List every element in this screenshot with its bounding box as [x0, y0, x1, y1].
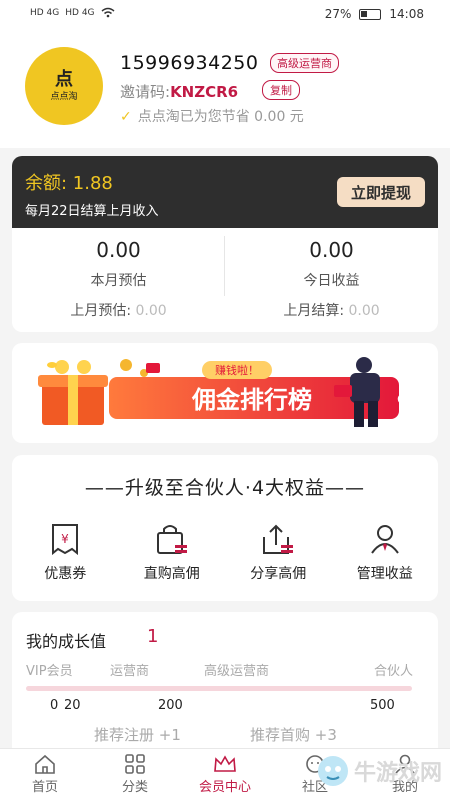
- benefit-coupon[interactable]: ¥ 优惠券: [12, 521, 119, 583]
- tab-member-center[interactable]: 会员中心: [180, 749, 270, 800]
- monthly-estimate-value: 0.00: [96, 238, 141, 262]
- battery-icon: [359, 8, 382, 20]
- invite-label: 邀请码:: [120, 83, 171, 101]
- battery-percent: 27%: [324, 7, 352, 21]
- phone-number: 15996934250: [120, 52, 259, 74]
- withdraw-button[interactable]: 立即提现: [337, 177, 425, 207]
- shopping-bag-icon: [156, 525, 187, 554]
- benefit-manage[interactable]: 管理收益: [332, 521, 439, 583]
- last-month-settled-label: 上月结算:: [283, 303, 345, 319]
- tier-label: 运营商: [110, 664, 150, 679]
- monthly-estimate-label: 本月预估: [90, 273, 147, 289]
- earnings-stats: 0.00 本月预估 上月预估: 0.00 0.00 今日收益 上月结算: 0.0…: [12, 228, 438, 332]
- growth-card: 我的成长值 1 VIP会员 运营商 高级运营商 合伙人 0 20 200 500…: [12, 612, 438, 762]
- person-icon: [370, 525, 399, 554]
- tab-member-center-label: 会员中心: [198, 780, 251, 795]
- growth-progress-bar: [26, 686, 412, 691]
- gift-box-icon: [38, 360, 108, 425]
- benefit-manage-label: 管理收益: [356, 566, 413, 582]
- benefit-share[interactable]: 分享高佣: [225, 521, 332, 583]
- partner-benefits-card: ——升级至合伙人·4大权益—— ¥ 优惠券 直购高佣 分享高佣 管理收益: [12, 455, 438, 601]
- check-icon: ✓: [120, 109, 132, 125]
- coupon-icon: ¥: [52, 524, 79, 555]
- share-icon: [263, 524, 294, 554]
- tier-labels: VIP会员 运营商 高级运营商 合伙人: [12, 660, 438, 680]
- benefit-direct-purchase[interactable]: 直购高佣: [119, 521, 226, 583]
- signal-icon-2: HD 4G: [65, 7, 95, 18]
- benefits-title: ——升级至合伙人·4大权益——: [84, 477, 366, 499]
- home-icon: [35, 754, 55, 774]
- clock: 14:08: [389, 7, 424, 21]
- copy-button[interactable]: 复制: [262, 80, 300, 100]
- signal-icon-1: HD 4G: [30, 7, 60, 18]
- tier-label: 高级运营商: [204, 664, 270, 679]
- logo-text: 点点淘: [50, 91, 78, 102]
- last-month-estimate-value: 0.00: [135, 303, 167, 319]
- wifi-icon: [101, 7, 115, 18]
- watermark-logo-icon: [317, 756, 348, 786]
- status-bar: HD 4G HD 4G 27% 14:08: [0, 0, 450, 30]
- invite-code-row: 邀请码:KNZCR6: [120, 81, 238, 102]
- tab-home[interactable]: 首页: [0, 749, 90, 800]
- balance-amount: 余额: 1.88: [25, 173, 113, 194]
- today-earnings-value: 0.00: [309, 238, 354, 262]
- benefit-share-label: 分享高佣: [250, 566, 307, 582]
- growth-title: 我的成长值: [26, 632, 107, 651]
- invite-code: KNZCR6: [170, 83, 239, 101]
- last-month-settled: 上月结算: 0.00: [225, 300, 438, 320]
- wallet-card: 余额: 1.88 每月22日结算上月收入 立即提现 0.00 本月预估 上月预估…: [12, 156, 438, 332]
- grid-icon: [125, 754, 145, 774]
- benefits-list: ¥ 优惠券 直购高佣 分享高佣 管理收益: [12, 521, 438, 583]
- banner-title: 佣金排行榜: [191, 386, 312, 414]
- monthly-estimate[interactable]: 0.00 本月预估 上月预估: 0.00: [12, 238, 225, 320]
- tab-category[interactable]: 分类: [90, 749, 180, 800]
- threshold: 20: [64, 698, 81, 713]
- banner-card: 赚钱啦！ 佣金排行榜 GO: [12, 343, 438, 443]
- last-month-estimate: 上月预估: 0.00: [12, 300, 225, 320]
- coin-icon: [120, 359, 132, 371]
- last-month-estimate-label: 上月预估:: [70, 303, 132, 319]
- saving-row: ✓ 点点淘已为您节省 0.00 元: [120, 106, 304, 126]
- go-label: GO: [397, 393, 419, 408]
- saving-text: 点点淘已为您节省 0.00 元: [137, 109, 304, 125]
- today-earnings-label: 今日收益: [303, 273, 360, 289]
- banner-tag: 赚钱啦！: [215, 363, 259, 377]
- threshold: 500: [370, 698, 395, 713]
- level-badge: 高级运营商: [270, 53, 339, 73]
- benefit-coupon-label: 优惠券: [44, 566, 87, 582]
- settlement-note: 每月22日结算上月收入: [25, 204, 159, 219]
- signal-indicators: HD 4G HD 4G: [30, 7, 115, 18]
- balance-panel: 余额: 1.88 每月22日结算上月收入 立即提现: [12, 156, 438, 228]
- svg-text:¥: ¥: [61, 532, 69, 546]
- watermark: 牛游戏网: [316, 754, 442, 788]
- red-packet-icon: [146, 363, 160, 373]
- crown-icon: [214, 755, 236, 772]
- task-first-purchase[interactable]: 推荐首购 +3: [250, 724, 337, 745]
- tier-label: VIP会员: [26, 664, 73, 679]
- profile-header: 点 点点淘 15996934250 高级运营商 邀请码:KNZCR6 复制 ✓ 点…: [0, 30, 450, 148]
- tab-category-label: 分类: [121, 780, 148, 795]
- commission-ranking-banner[interactable]: 赚钱啦！ 佣金排行榜 GO: [34, 355, 424, 431]
- tier-thresholds: 0 20 200 500: [12, 698, 438, 716]
- tier-label: 合伙人: [374, 664, 414, 679]
- growth-value: 1: [147, 626, 159, 647]
- benefit-direct-purchase-label: 直购高佣: [143, 566, 200, 582]
- logo-mark: 点: [55, 68, 73, 90]
- threshold: 200: [158, 698, 183, 713]
- avatar[interactable]: 点 点点淘: [25, 47, 103, 125]
- last-month-settled-value: 0.00: [348, 303, 380, 319]
- task-register[interactable]: 推荐注册 +1: [94, 724, 181, 745]
- threshold: 0: [50, 698, 59, 713]
- tab-home-label: 首页: [31, 780, 58, 795]
- today-earnings[interactable]: 0.00 今日收益 上月结算: 0.00: [225, 238, 438, 320]
- watermark-text: 牛游戏网: [353, 761, 442, 786]
